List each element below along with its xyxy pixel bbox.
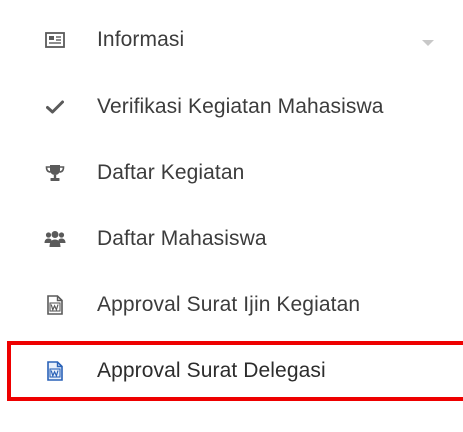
sidebar-item-verifikasi-kegiatan-mahasiswa[interactable]: Verifikasi Kegiatan Mahasiswa [0, 77, 463, 137]
word-file-icon [44, 360, 66, 382]
sidebar-item-label: Approval Surat Ijin Kegiatan [97, 293, 361, 316]
chevron-down-icon[interactable] [422, 40, 434, 46]
word-file-icon [44, 294, 66, 316]
sidebar-item-approval-surat-delegasi[interactable]: Approval Surat Delegasi [0, 341, 463, 401]
sidebar-item-informasi[interactable]: Informasi [0, 10, 463, 70]
sidebar-item-label: Approval Surat Delegasi [97, 359, 326, 382]
sidebar-item-label: Informasi [97, 28, 185, 51]
sidebar-item-label: Verifikasi Kegiatan Mahasiswa [97, 95, 384, 118]
trophy-icon [44, 162, 66, 184]
sidebar-item-daftar-mahasiswa[interactable]: Daftar Mahasiswa [0, 209, 463, 269]
sidebar-menu: Informasi Verifikasi Kegiatan Mahasiswa … [0, 0, 463, 432]
sidebar-item-approval-surat-ijin-kegiatan[interactable]: Approval Surat Ijin Kegiatan [0, 275, 463, 335]
newspaper-icon [44, 29, 66, 51]
sidebar-item-label: Daftar Mahasiswa [97, 227, 267, 250]
check-icon [44, 96, 66, 118]
users-icon [44, 228, 66, 250]
sidebar-item-label: Daftar Kegiatan [97, 161, 245, 184]
sidebar-item-daftar-kegiatan[interactable]: Daftar Kegiatan [0, 143, 463, 203]
